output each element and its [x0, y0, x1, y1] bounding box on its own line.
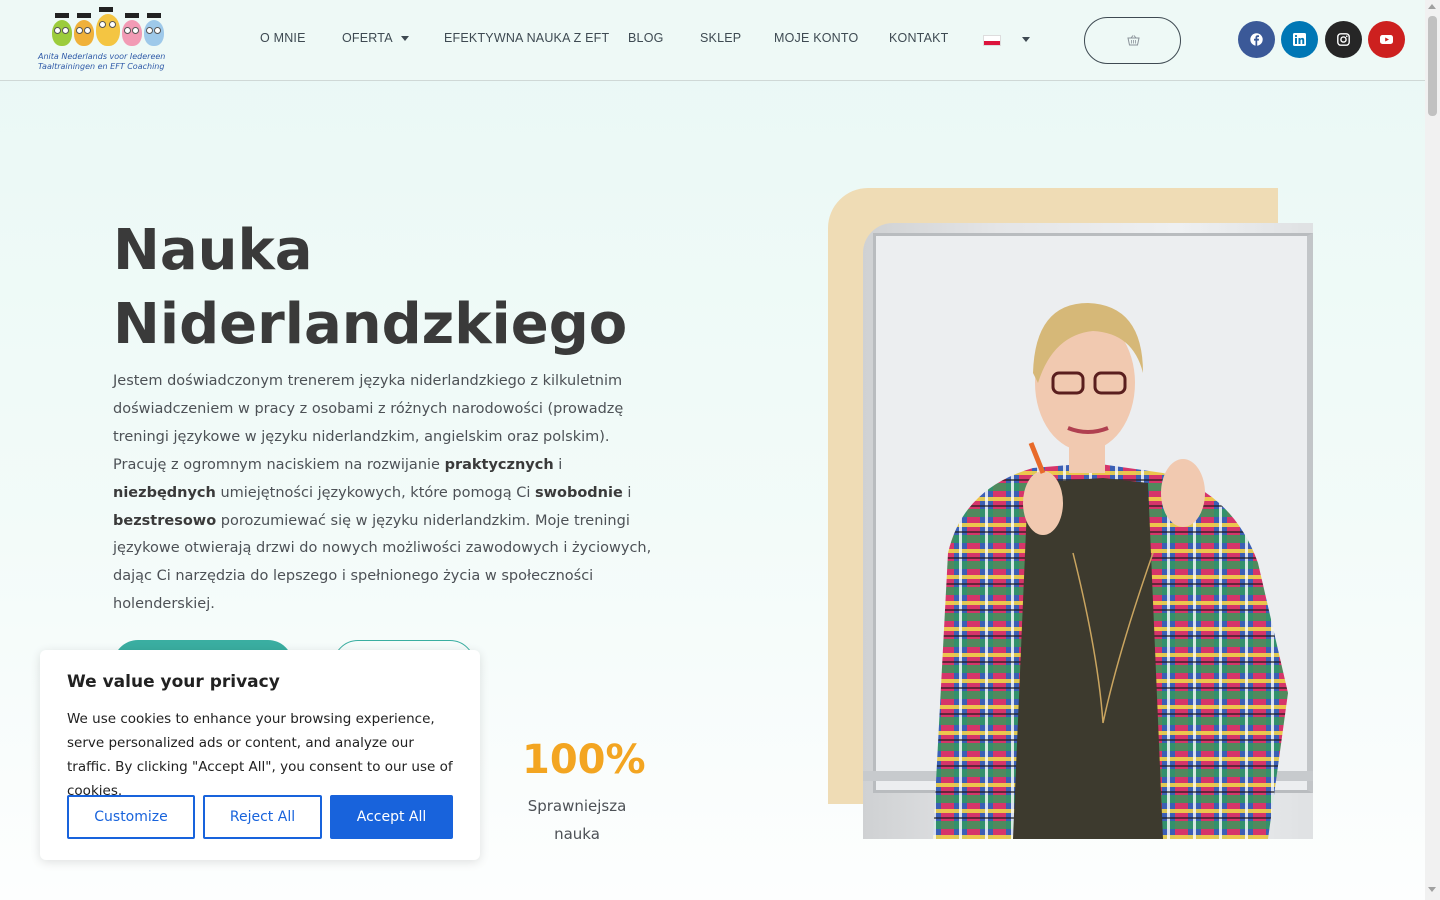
cookie-customize-button[interactable]: Customize [67, 795, 195, 839]
facebook-icon [1250, 33, 1263, 46]
hero-title-line-2: Niderlandzkiego [113, 292, 628, 357]
page-scrollbar[interactable] [1425, 0, 1440, 900]
hero-bold-praktycznych: praktycznych [444, 456, 554, 473]
nav-moje-konto[interactable]: MOJE KONTO [774, 31, 858, 45]
trainer-photo [863, 223, 1313, 839]
scroll-up-arrow-icon[interactable] [1428, 4, 1436, 9]
hero-bold-bezstresowo: bezstresowo [113, 512, 217, 529]
cookie-title: We value your privacy [67, 672, 280, 692]
instagram-icon [1337, 33, 1350, 46]
cookie-accept-button[interactable]: Accept All [330, 795, 453, 839]
hero-description: Jestem doświadczonym trenerem języka nid… [113, 368, 653, 619]
nav-o-mnie[interactable]: O MNIE [260, 31, 306, 45]
hero-text-part: i [553, 456, 563, 473]
language-chevron-down-icon[interactable] [1022, 37, 1030, 42]
scrollbar-thumb[interactable] [1428, 16, 1437, 116]
hero-title: Nauka Niderlandzkiego [113, 214, 633, 362]
logo-text: Anita Nederlands voor Iedereen Taaltrain… [38, 52, 165, 72]
linkedin-link[interactable] [1281, 21, 1318, 58]
nav-sklep[interactable]: SKLEP [700, 31, 741, 45]
youtube-icon [1380, 35, 1393, 44]
linkedin-icon [1293, 33, 1306, 46]
owls-logo-graphic [50, 7, 164, 50]
cookie-description: We use cookies to enhance your browsing … [67, 711, 453, 799]
cookie-consent-banner: We value your privacy We use cookies to … [40, 650, 480, 860]
cookie-reject-button[interactable]: Reject All [203, 795, 322, 839]
hero-bold-niezbednych: niezbędnych [113, 484, 216, 501]
instagram-link[interactable] [1325, 21, 1362, 58]
site-header: Anita Nederlands voor Iedereen Taaltrain… [0, 0, 1425, 81]
facebook-link[interactable] [1238, 21, 1275, 58]
nav-kontakt[interactable]: KONTAKT [889, 31, 949, 45]
trainer-figure [933, 303, 1288, 839]
nav-efektywna-nauka[interactable]: EFEKTYWNA NAUKA Z EFT [444, 31, 609, 45]
nav-blog[interactable]: BLOG [628, 31, 664, 45]
language-flag-pl-icon[interactable] [983, 35, 1001, 46]
cart-button[interactable] [1084, 17, 1181, 64]
logo-line-2: Taaltrainingen en EFT Coaching [38, 62, 165, 71]
hero-text-part: umiejętności językowych, które pomogą Ci [215, 484, 535, 501]
stat-value: 100% [522, 737, 646, 783]
youtube-link[interactable] [1368, 21, 1405, 58]
hero-title-line-1: Nauka [113, 218, 313, 283]
nav-oferta-label: OFERTA [342, 31, 393, 45]
nav-oferta[interactable]: OFERTA [342, 31, 409, 45]
basket-icon [1127, 35, 1140, 46]
site-logo[interactable]: Anita Nederlands voor Iedereen Taaltrain… [38, 6, 178, 74]
hero-bold-swobodnie: swobodnie [534, 484, 623, 501]
logo-line-1: Anita Nederlands voor Iedereen [38, 52, 166, 61]
stat-label: Sprawniejsza nauka [527, 797, 627, 843]
scroll-down-arrow-icon[interactable] [1428, 887, 1436, 892]
hero-text-part: i [622, 484, 632, 501]
chevron-down-icon [400, 36, 409, 42]
